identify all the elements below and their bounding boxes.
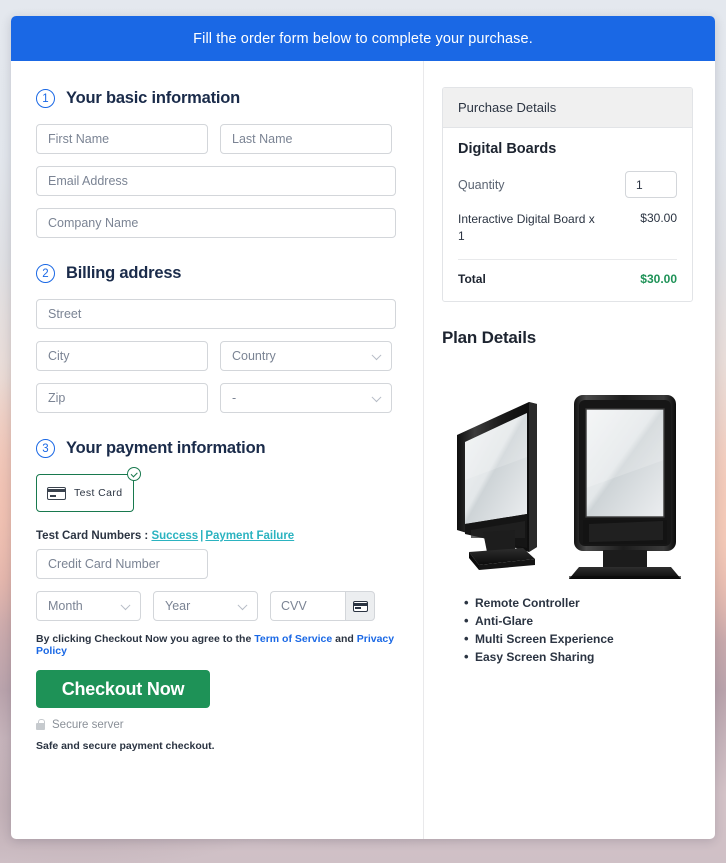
line-item-row: Interactive Digital Board x 1 $30.00 (458, 211, 677, 260)
list-item: Easy Screen Sharing (464, 649, 693, 664)
company-row: Company Name (36, 208, 401, 238)
email-row: Email Address (36, 166, 401, 196)
section-header-basic-info: 1 Your basic information (36, 89, 401, 108)
total-row: Total $30.00 (458, 260, 677, 286)
section-header-payment: 3 Your payment information (36, 439, 401, 458)
purchase-details-card: Purchase Details Digital Boards Quantity… (442, 87, 693, 302)
payment-method-wrapper: Test Card (36, 467, 141, 512)
safe-checkout-note: Safe and secure payment checkout. (36, 740, 215, 752)
list-item: Remote Controller (464, 595, 693, 610)
feature-list: Remote Controller Anti-Glare Multi Scree… (442, 595, 693, 664)
last-name-input[interactable]: Last Name (220, 124, 392, 154)
success-test-card-link[interactable]: Success (151, 530, 198, 542)
terms-prefix: By clicking Checkout Now you agree to th… (36, 633, 255, 645)
check-circle-icon (127, 467, 141, 481)
link-separator: | (200, 530, 204, 542)
state-select-value: - (232, 391, 237, 405)
chevron-down-icon (120, 600, 131, 611)
secure-server-row: Secure server (36, 719, 401, 731)
chevron-down-icon (371, 350, 382, 361)
country-select[interactable]: Country (220, 341, 392, 371)
credit-card-icon (47, 486, 66, 500)
chevron-down-icon (237, 600, 248, 611)
payment-method-label: Test Card (74, 487, 123, 499)
secure-server-label: Secure server (52, 719, 124, 731)
digital-signage-kiosks-image (456, 394, 681, 579)
banner-text: Fill the order form below to complete yo… (193, 30, 533, 47)
expiry-month-value: Month (48, 599, 83, 613)
checkout-now-button[interactable]: Checkout Now (36, 670, 210, 708)
list-item: Multi Screen Experience (464, 631, 693, 646)
section-number-badge: 1 (36, 89, 55, 108)
terms-middle: and (332, 633, 357, 645)
section-header-billing: 2 Billing address (36, 264, 401, 283)
total-label: Total (458, 271, 486, 286)
term-of-service-link[interactable]: Term of Service (254, 633, 332, 645)
section-number-badge: 2 (36, 264, 55, 283)
street-row: Street (36, 299, 401, 329)
name-row: First Name Last Name (36, 124, 401, 154)
summary-column: Purchase Details Digital Boards Quantity… (424, 61, 715, 839)
company-name-input[interactable]: Company Name (36, 208, 396, 238)
state-select[interactable]: - (220, 383, 392, 413)
card-body: 1 Your basic information First Name Last… (11, 61, 715, 839)
email-input[interactable]: Email Address (36, 166, 396, 196)
street-input[interactable]: Street (36, 299, 396, 329)
line-item-price: $30.00 (640, 211, 677, 225)
payment-failure-test-card-link[interactable]: Payment Failure (205, 530, 294, 542)
list-item: Anti-Glare (464, 613, 693, 628)
quantity-label: Quantity (458, 177, 505, 192)
form-column: 1 Your basic information First Name Last… (11, 61, 424, 839)
chevron-down-icon (371, 392, 382, 403)
expiry-month-select[interactable]: Month (36, 591, 141, 621)
quantity-input[interactable]: 1 (625, 171, 677, 198)
section-title: Your payment information (66, 439, 266, 457)
zip-state-row: Zip - (36, 383, 401, 413)
terms-text: By clicking Checkout Now you agree to th… (36, 633, 401, 657)
quantity-row: Quantity 1 (458, 171, 677, 198)
test-card-numbers-line: Test Card Numbers : Success | Payment Fail… (36, 530, 401, 542)
test-card-numbers-label: Test Card Numbers : (36, 530, 152, 542)
credit-card-number-input[interactable]: Credit Card Number (36, 549, 208, 579)
section-title: Your basic information (66, 89, 241, 107)
section-number-badge: 3 (36, 439, 55, 458)
checkout-card: Fill the order form below to complete yo… (11, 16, 715, 839)
cvv-group: CVV (270, 591, 375, 621)
card-number-row: Credit Card Number (36, 549, 401, 579)
expiry-year-value: Year (165, 599, 191, 613)
expiry-year-select[interactable]: Year (153, 591, 258, 621)
purchase-details-body: Digital Boards Quantity 1 Interactive Di… (443, 128, 692, 301)
page-banner: Fill the order form below to complete yo… (11, 16, 715, 61)
section-title: Billing address (66, 264, 182, 282)
lock-icon (36, 719, 45, 730)
cvv-help-button[interactable] (345, 591, 375, 621)
payment-method-test-card[interactable]: Test Card (36, 474, 134, 512)
zip-input[interactable]: Zip (36, 383, 208, 413)
first-name-input[interactable]: First Name (36, 124, 208, 154)
city-country-row: City Country (36, 341, 401, 371)
line-item-name: Interactive Digital Board x 1 (458, 212, 595, 244)
credit-card-icon (352, 600, 368, 612)
cvv-input[interactable]: CVV (270, 591, 345, 621)
city-input[interactable]: City (36, 341, 208, 371)
plan-details-title: Plan Details (442, 327, 536, 347)
expiry-cvv-row: Month Year CVV (36, 591, 401, 621)
country-select-value: Country (232, 349, 276, 363)
total-value: $30.00 (640, 271, 677, 286)
purchase-details-header: Purchase Details (443, 88, 692, 128)
product-name: Digital Boards (458, 141, 557, 157)
